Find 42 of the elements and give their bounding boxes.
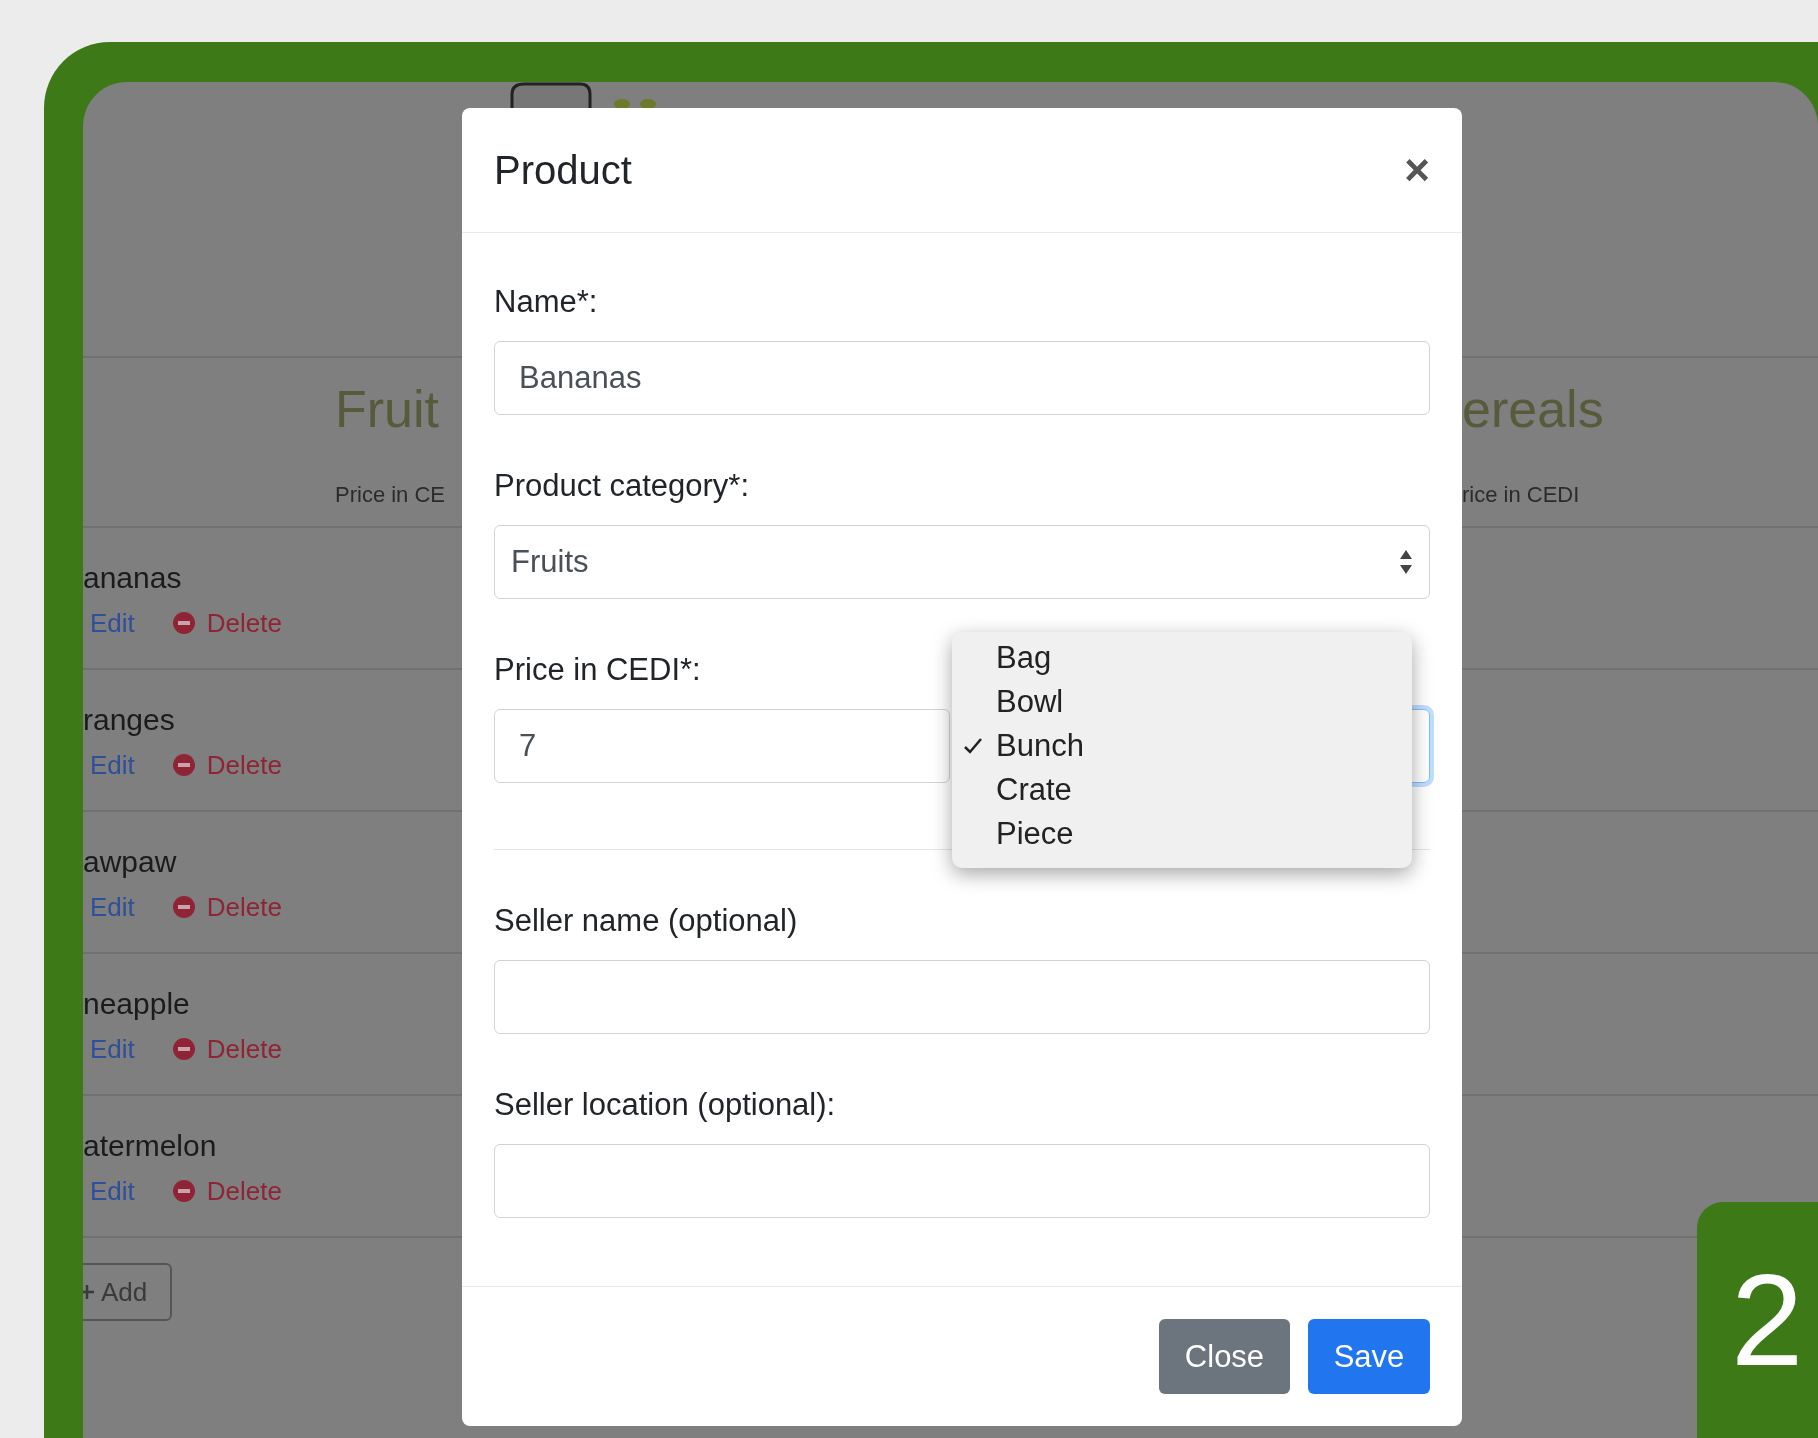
product-name: atermelon bbox=[83, 1128, 218, 1164]
select-arrows-icon bbox=[1399, 549, 1413, 575]
field-label: Seller name (optional) bbox=[494, 902, 798, 940]
price-caption: Price in CE bbox=[335, 482, 447, 508]
close-button[interactable]: Close bbox=[1159, 1319, 1290, 1394]
delete-icon bbox=[172, 612, 195, 634]
product-name: awpaw bbox=[83, 844, 178, 880]
delete-link[interactable]: Delete bbox=[206, 1175, 282, 1207]
field-label: Seller location (optional): bbox=[494, 1086, 836, 1124]
category-heading: Fruit bbox=[335, 380, 440, 438]
add-button[interactable]: Add bbox=[83, 1263, 172, 1321]
category-heading: ereals bbox=[1462, 380, 1605, 438]
field-label: Name*: bbox=[494, 283, 598, 321]
delete-icon bbox=[172, 1180, 195, 1202]
field-label: Product category*: bbox=[494, 467, 750, 505]
product-name: ananas bbox=[83, 560, 183, 596]
text-input[interactable] bbox=[494, 960, 1430, 1034]
field-label: Price in CEDI*: bbox=[494, 651, 701, 689]
menu-option[interactable]: Crate bbox=[952, 768, 1412, 812]
product-name: neapple bbox=[83, 986, 191, 1022]
delete-link[interactable]: Delete bbox=[206, 1033, 282, 1065]
delete-icon bbox=[172, 1038, 195, 1060]
price-caption: rice in CEDI bbox=[1462, 482, 1581, 508]
product-name: ranges bbox=[83, 702, 176, 738]
text-input[interactable]: Bananas bbox=[494, 341, 1430, 415]
text-input[interactable] bbox=[494, 1144, 1430, 1218]
menu-option[interactable]: Bunch bbox=[952, 724, 1412, 768]
plus-icon bbox=[83, 1284, 95, 1300]
save-button[interactable]: Save bbox=[1308, 1319, 1430, 1394]
menu-option[interactable]: Piece bbox=[952, 812, 1412, 856]
category-select[interactable]: Fruits bbox=[494, 525, 1430, 599]
step-badge: 2 bbox=[1697, 1202, 1818, 1438]
price-input[interactable]: 7 bbox=[494, 709, 950, 783]
delete-icon bbox=[172, 754, 195, 776]
delete-link[interactable]: Delete bbox=[206, 749, 282, 781]
delete-link[interactable]: Delete bbox=[206, 891, 282, 923]
close-button[interactable]: × bbox=[1404, 145, 1430, 195]
delete-link[interactable]: Delete bbox=[206, 607, 282, 639]
delete-icon bbox=[172, 896, 195, 918]
menu-option[interactable]: Bowl bbox=[952, 680, 1412, 724]
dialog-title: Product bbox=[494, 147, 632, 193]
menu-option[interactable]: Bag bbox=[952, 636, 1412, 680]
